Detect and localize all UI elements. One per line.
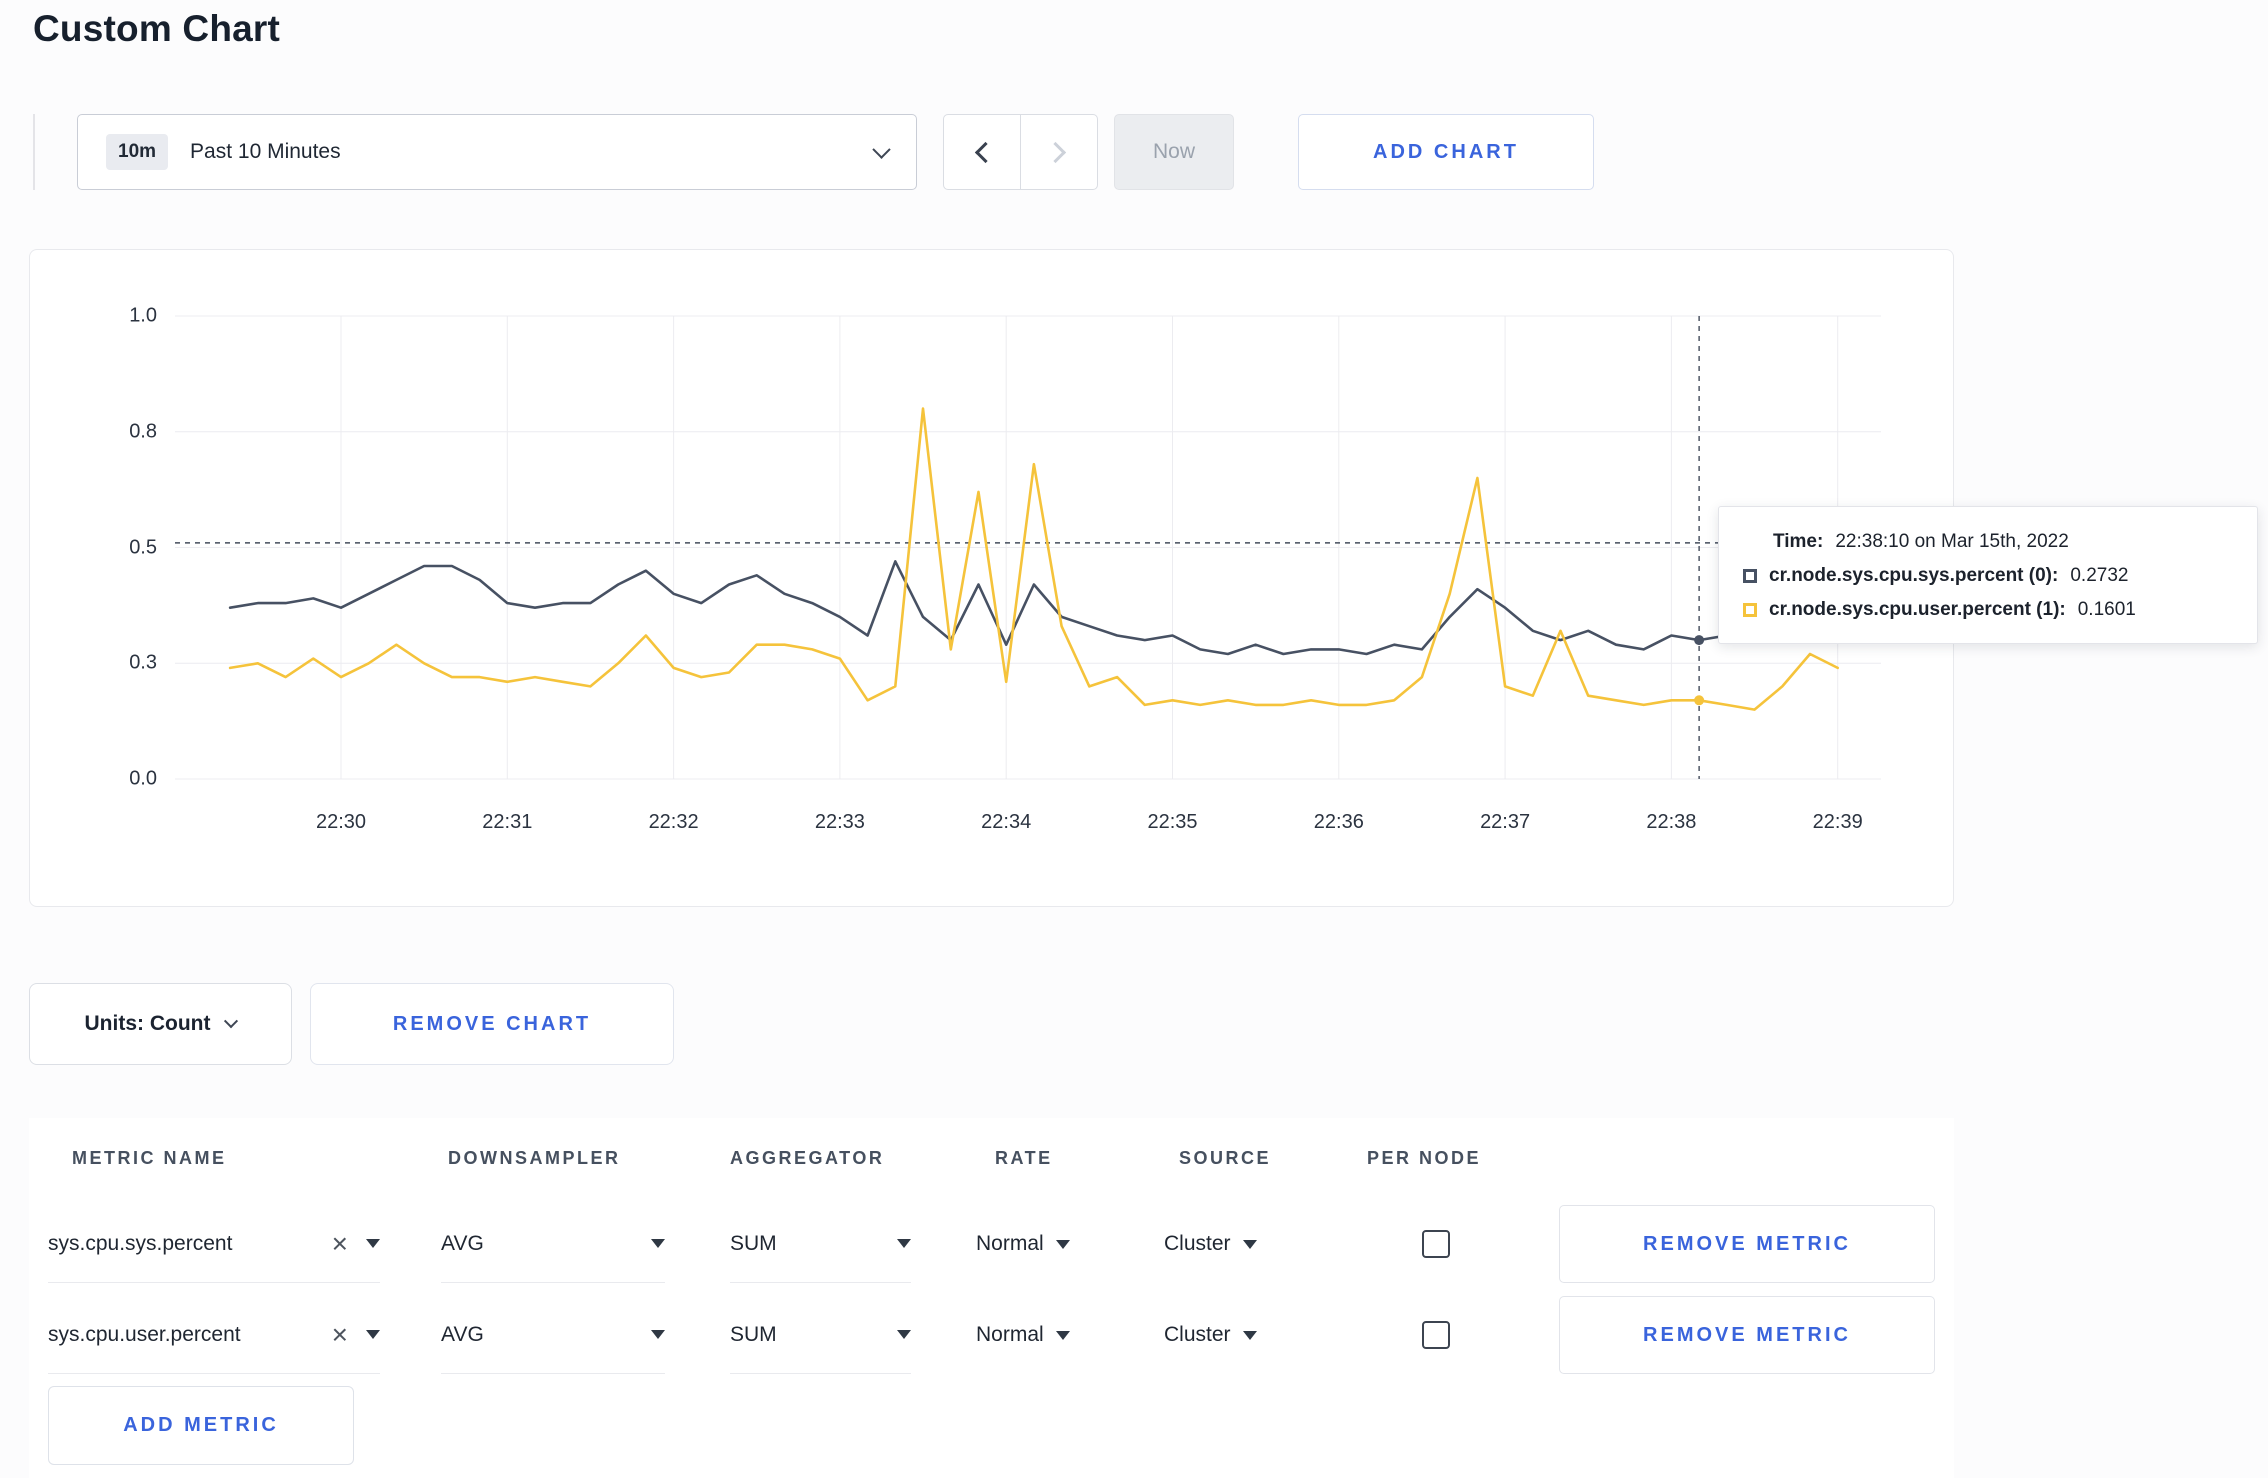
time-range-label: Past 10 Minutes <box>190 140 341 163</box>
y-axis: 1.0 0.8 0.5 0.3 0.0 <box>60 305 157 790</box>
column-header-aggregator: AGGREGATOR <box>730 1148 885 1168</box>
column-header-downsampler: DOWNSAMPLER <box>448 1148 621 1168</box>
aggregator-select[interactable]: SUM <box>730 1296 911 1374</box>
tooltip-series-row: cr.node.sys.cpu.user.percent (1): 0.1601 <box>1743 599 2233 621</box>
metric-row: sys.cpu.sys.percent × AVG SUM Normal Clu… <box>29 1199 1954 1290</box>
page-title: Custom Chart <box>33 8 281 49</box>
source-value: Cluster <box>1164 1232 1231 1255</box>
downsampler-select[interactable]: AVG <box>441 1205 665 1283</box>
metric-name-value: sys.cpu.sys.percent <box>48 1231 233 1255</box>
chevron-right-icon <box>1044 141 1067 163</box>
tooltip-time-label: Time: <box>1773 531 1824 552</box>
tooltip-series-name: cr.node.sys.cpu.user.percent (1): <box>1769 599 2066 620</box>
remove-chart-button[interactable]: REMOVE CHART <box>310 983 674 1065</box>
chevron-down-icon <box>1055 1330 1070 1340</box>
x-tick-label: 22:35 <box>1147 811 1198 833</box>
clear-metric-icon[interactable]: × <box>332 1320 348 1349</box>
now-button[interactable]: Now <box>1114 114 1234 190</box>
y-tick-label: 0.5 <box>129 536 157 558</box>
column-header-metric-name: METRIC NAME <box>72 1148 227 1168</box>
chevron-down-icon <box>872 139 891 159</box>
chart-tooltip: Time: 22:38:10 on Mar 15th, 2022 cr.node.… <box>1718 506 2258 644</box>
downsampler-select[interactable]: AVG <box>441 1296 665 1374</box>
y-tick-label: 0.0 <box>129 767 157 790</box>
chevron-down-icon <box>366 1330 380 1339</box>
metrics-table: METRIC NAME DOWNSAMPLER AGGREGATOR RATE … <box>29 1118 1954 1478</box>
aggregator-value: SUM <box>730 1231 777 1255</box>
per-node-checkbox[interactable] <box>1422 1230 1450 1258</box>
y-tick-label: 0.8 <box>129 420 157 443</box>
time-range-select[interactable]: 10m Past 10 Minutes <box>77 114 917 190</box>
downsampler-value: AVG <box>441 1231 484 1255</box>
aggregator-select[interactable]: SUM <box>730 1205 911 1283</box>
rate-select[interactable]: Normal <box>976 1205 1106 1283</box>
tooltip-series-value: 0.1601 <box>2077 599 2136 620</box>
x-tick-label: 22:31 <box>482 811 533 833</box>
timeseries-chart[interactable] <box>175 315 1881 780</box>
chevron-down-icon <box>897 1330 911 1339</box>
tooltip-series-value: 0.2732 <box>2070 565 2129 586</box>
chevron-down-icon <box>366 1239 380 1248</box>
series-swatch-icon <box>1743 569 1757 583</box>
x-tick-label: 22:38 <box>1646 811 1697 833</box>
clear-metric-icon[interactable]: × <box>332 1229 348 1258</box>
series-swatch-icon <box>1743 603 1757 617</box>
tooltip-time-value: 22:38:10 on Mar 15th, 2022 <box>1835 531 2069 552</box>
x-tick-label: 22:34 <box>981 811 1032 833</box>
chevron-down-icon <box>1242 1239 1257 1249</box>
x-tick-label: 22:39 <box>1812 811 1863 833</box>
metric-name-value: sys.cpu.user.percent <box>48 1322 241 1346</box>
tooltip-series-row: cr.node.sys.cpu.sys.percent (0): 0.2732 <box>1743 565 2233 587</box>
custom-chart-page: Custom Chart 10m Past 10 Minutes Now ADD… <box>0 0 2268 1478</box>
units-select[interactable]: Units: Count <box>29 983 292 1065</box>
x-tick-label: 22:37 <box>1480 811 1531 833</box>
metric-name-select[interactable]: sys.cpu.user.percent × <box>48 1296 380 1374</box>
time-range-badge: 10m <box>106 134 169 170</box>
y-tick-label: 1.0 <box>129 304 157 327</box>
chart-panel: 1.0 0.8 0.5 0.3 0.0 22:30 22:31 22:32 22… <box>29 249 1954 907</box>
column-header-source: SOURCE <box>1179 1148 1272 1168</box>
time-next-button[interactable] <box>1020 114 1098 190</box>
chevron-down-icon <box>897 1239 911 1248</box>
time-prev-button[interactable] <box>943 114 1021 190</box>
x-tick-label: 22:33 <box>814 811 865 833</box>
add-metric-button[interactable]: ADD METRIC <box>48 1386 354 1465</box>
chevron-down-icon <box>651 1239 665 1248</box>
y-tick-label: 0.3 <box>129 651 157 674</box>
tooltip-series-name: cr.node.sys.cpu.sys.percent (0): <box>1769 565 2059 586</box>
source-select[interactable]: Cluster <box>1164 1205 1286 1283</box>
per-node-checkbox[interactable] <box>1422 1321 1450 1349</box>
rate-select[interactable]: Normal <box>976 1296 1106 1374</box>
rate-value: Normal <box>976 1232 1044 1255</box>
aggregator-value: SUM <box>730 1322 777 1346</box>
source-value: Cluster <box>1164 1323 1231 1346</box>
remove-metric-button[interactable]: REMOVE METRIC <box>1559 1205 1935 1283</box>
chevron-down-icon <box>651 1330 665 1339</box>
chevron-left-icon <box>974 141 997 163</box>
metric-name-select[interactable]: sys.cpu.sys.percent × <box>48 1205 380 1283</box>
plot-area[interactable] <box>175 315 1881 780</box>
chevron-down-icon <box>1242 1330 1257 1340</box>
chevron-down-icon <box>1055 1239 1070 1249</box>
rate-value: Normal <box>976 1323 1044 1346</box>
units-label: Units: Count <box>84 1012 211 1035</box>
column-header-rate: RATE <box>995 1148 1053 1168</box>
x-tick-label: 22:30 <box>315 811 367 833</box>
x-tick-label: 22:32 <box>648 811 699 833</box>
toolbar-divider <box>33 114 35 190</box>
remove-metric-button[interactable]: REMOVE METRIC <box>1559 1296 1935 1374</box>
tooltip-time: Time: 22:38:10 on Mar 15th, 2022 <box>1773 531 2233 553</box>
add-chart-button[interactable]: ADD CHART <box>1298 114 1594 190</box>
downsampler-value: AVG <box>441 1322 484 1346</box>
column-header-per-node: PER NODE <box>1367 1148 1482 1168</box>
source-select[interactable]: Cluster <box>1164 1296 1286 1374</box>
metric-row: sys.cpu.user.percent × AVG SUM Normal Cl… <box>29 1290 1954 1381</box>
x-tick-label: 22:36 <box>1313 811 1364 833</box>
chevron-down-icon <box>224 1014 239 1029</box>
time-nav-group <box>943 114 1098 190</box>
